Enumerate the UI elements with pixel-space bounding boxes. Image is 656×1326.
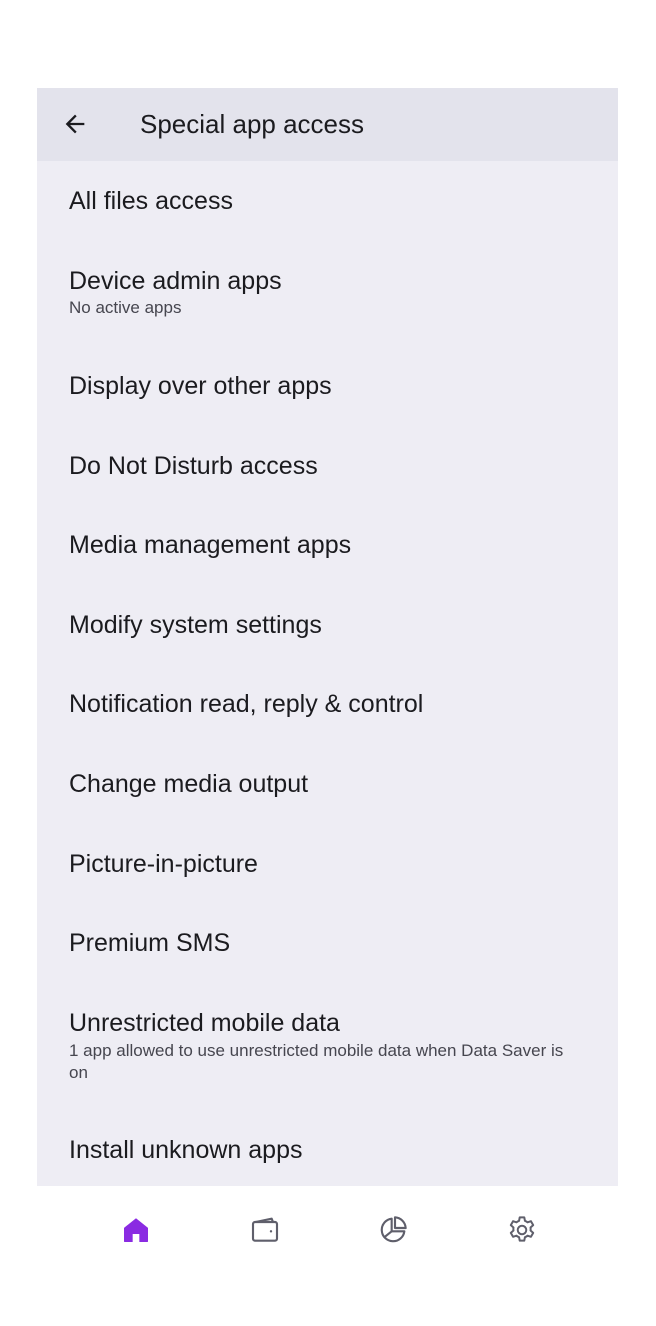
list-item-display-over-other-apps[interactable]: Display over other apps <box>37 346 618 426</box>
nav-wallet-button[interactable] <box>243 1208 287 1252</box>
list-item-subtitle: No active apps <box>69 298 182 317</box>
list-item-title: Media management apps <box>69 531 352 559</box>
nav-home-button[interactable] <box>114 1208 158 1252</box>
screen: Special app access All files access Devi… <box>0 0 656 1326</box>
list-item-change-media-output[interactable]: Change media output <box>37 744 618 824</box>
list-item-title: Do Not Disturb access <box>69 452 318 480</box>
list-item-unrestricted-mobile-data[interactable]: Unrestricted mobile data 1 app allowed t… <box>37 983 618 1110</box>
list-item-title: Device admin apps <box>69 267 282 295</box>
list-item-subtitle: 1 app allowed to use unrestricted mobile… <box>69 1041 564 1082</box>
settings-panel: Special app access All files access Devi… <box>37 88 618 1186</box>
list-item-picture-in-picture[interactable]: Picture-in-picture <box>37 824 618 904</box>
wallet-icon <box>251 1217 279 1242</box>
list-item-title: Picture-in-picture <box>69 850 258 878</box>
bottom-nav <box>0 1186 656 1276</box>
list-item-title: Premium SMS <box>69 929 231 957</box>
nav-stats-button[interactable] <box>371 1208 415 1252</box>
list-item-title: All files access <box>69 187 233 215</box>
list-item-title: Display over other apps <box>69 372 332 400</box>
list-item-do-not-disturb-access[interactable]: Do Not Disturb access <box>37 426 618 506</box>
list-item-title: Notification read, reply & control <box>69 690 424 718</box>
gear-icon <box>509 1216 535 1242</box>
list-item-device-admin-apps[interactable]: Device admin apps No active apps <box>37 241 618 346</box>
home-icon <box>124 1218 148 1242</box>
list-item-modify-system-settings[interactable]: Modify system settings <box>37 585 618 665</box>
list-item-notification-access[interactable]: Notification read, reply & control <box>37 664 618 744</box>
arrow-left-icon <box>65 114 85 134</box>
list-item-title: Unrestricted mobile data <box>69 1009 340 1037</box>
list-item-title: Change media output <box>69 770 309 798</box>
back-button[interactable] <box>57 106 93 142</box>
app-bar: Special app access <box>37 88 618 161</box>
list-item-all-files-access[interactable]: All files access <box>37 161 618 241</box>
nav-settings-button[interactable] <box>500 1208 544 1252</box>
page-title: Special app access <box>140 109 365 139</box>
list-item-premium-sms[interactable]: Premium SMS <box>37 903 618 983</box>
list-item-install-unknown-apps[interactable]: Install unknown apps <box>37 1110 618 1186</box>
list-item-title: Modify system settings <box>69 611 322 639</box>
pie-chart-icon <box>380 1216 407 1243</box>
list-item-title: Install unknown apps <box>69 1136 303 1164</box>
list-item-media-management-apps[interactable]: Media management apps <box>37 505 618 585</box>
